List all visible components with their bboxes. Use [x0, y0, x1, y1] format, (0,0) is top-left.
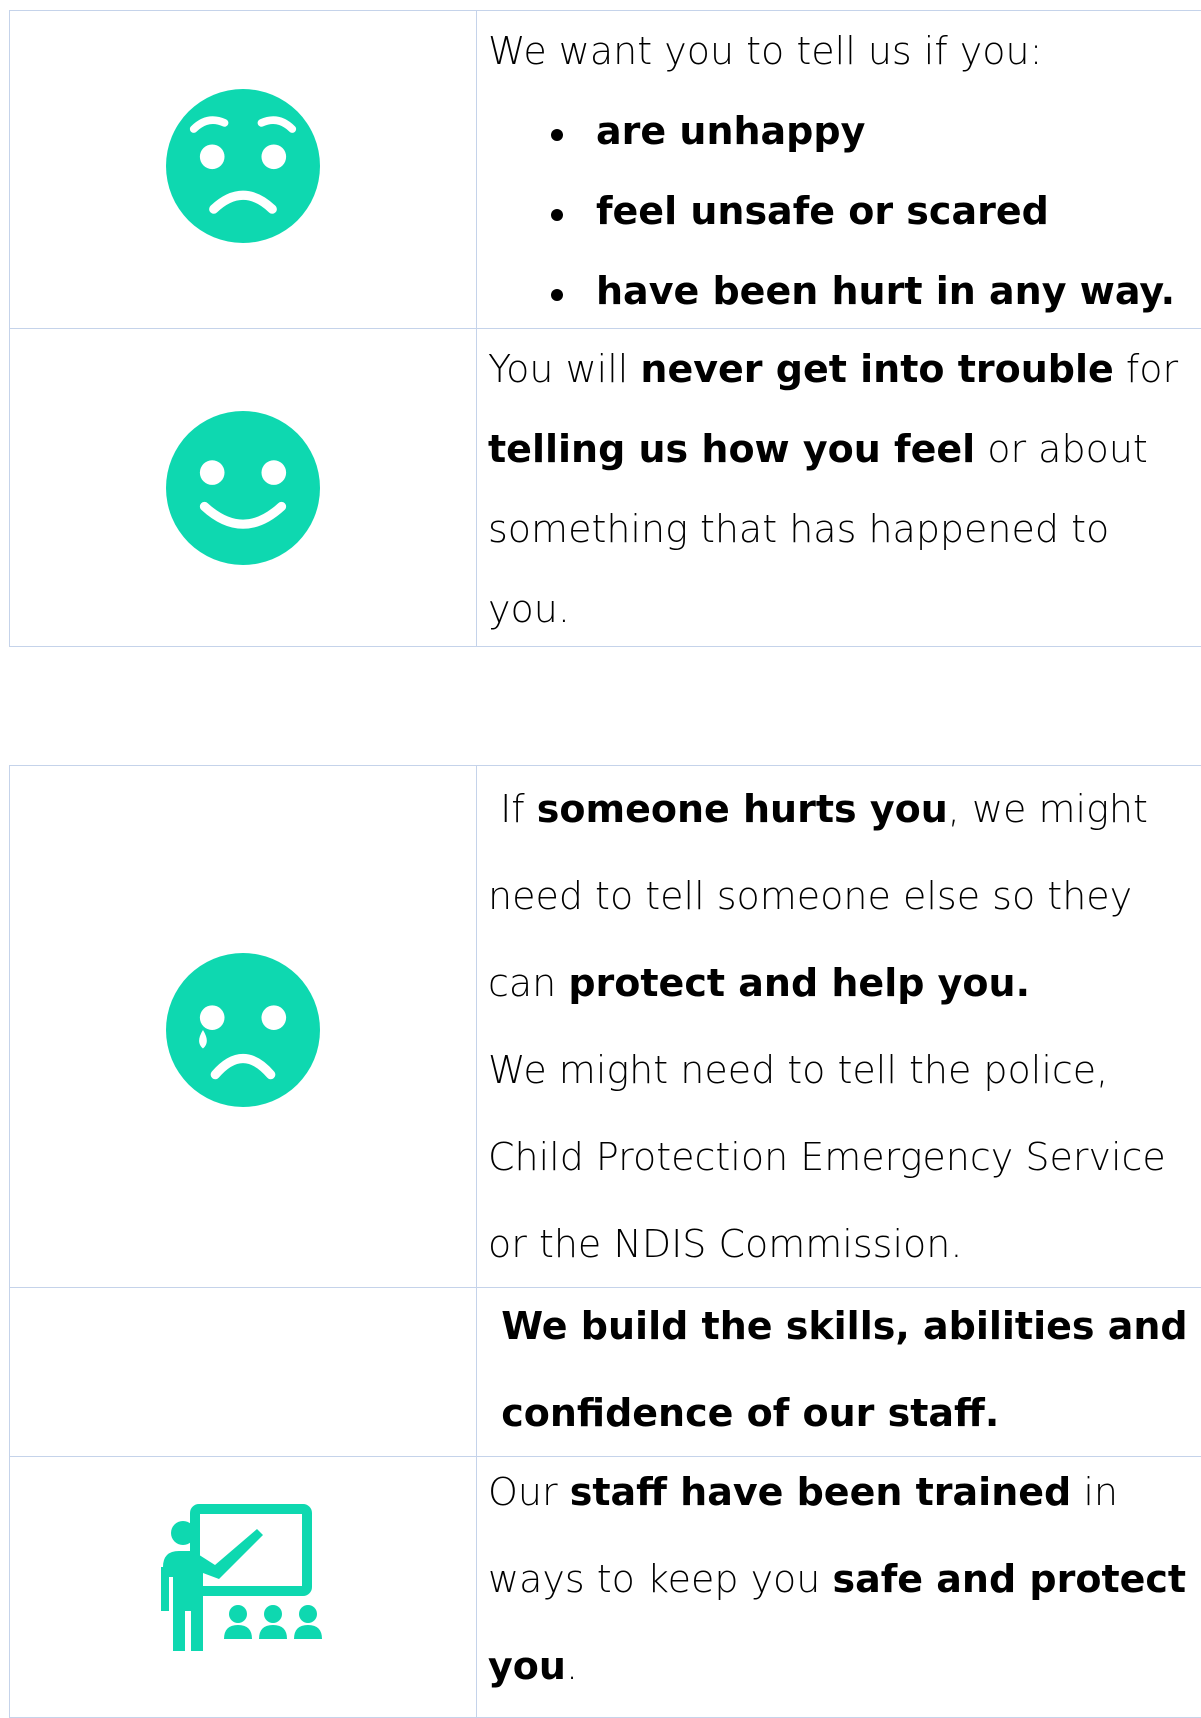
table-bottom: If someone hurts you, we might need to t…	[9, 765, 1201, 1718]
bold-text: protect and help you.	[568, 961, 1031, 1005]
text-line: can protect and help you.	[488, 940, 1201, 1027]
smiling-face-icon	[166, 410, 320, 565]
text-line: you.	[488, 587, 570, 631]
list-item: feel unsafe or scared	[488, 171, 1201, 251]
list-item: have been hurt in any way.	[488, 251, 1201, 331]
table-row: We want you to tell us if you: are unhap…	[10, 11, 1201, 329]
table-top: We want you to tell us if you: are unhap…	[9, 10, 1201, 647]
text-span: If	[488, 787, 537, 831]
text-line: or the NDIS Commission.	[488, 1222, 963, 1266]
text-span: can	[488, 961, 569, 1005]
table-row: If someone hurts you, we might need to t…	[10, 766, 1201, 1288]
bold-text: safe and protect	[832, 1557, 1187, 1601]
bold-text: staff have been trained	[569, 1470, 1072, 1514]
text-span: for	[1113, 347, 1179, 391]
text-line: you.	[488, 1623, 1201, 1710]
intro-text: We want you to tell us if you:	[488, 29, 1043, 73]
icon-cell-empty	[10, 1288, 477, 1456]
text-span: in	[1071, 1470, 1118, 1514]
text-span: , we might	[947, 787, 1148, 831]
text-line: need to tell someone else so they	[488, 874, 1133, 918]
text-line: We might need to tell the police,	[488, 1048, 1109, 1092]
table-row: You will never get into trouble for tell…	[10, 329, 1201, 647]
text-line: telling us how you feel or about	[488, 409, 1201, 489]
text-span: ways to keep you	[488, 1557, 833, 1601]
text-cell: If someone hurts you, we might need to t…	[477, 766, 1201, 1287]
text-line: ways to keep you safe and protect	[488, 1536, 1201, 1623]
text-span: You will	[488, 347, 641, 391]
text-line: Our staff have been trained in	[488, 1449, 1201, 1536]
bullet-list: are unhappy feel unsafe or scared have b…	[488, 91, 1201, 331]
table-row: Our staff have been trained in ways to k…	[10, 1457, 1201, 1718]
text-span: or about	[975, 427, 1148, 471]
icon-cell	[10, 329, 477, 646]
list-item: are unhappy	[488, 91, 1201, 171]
bold-text: never get into trouble	[640, 347, 1114, 391]
text-cell: We want you to tell us if you: are unhap…	[477, 11, 1201, 328]
teacher-training-icon	[161, 1504, 322, 1651]
text-line: If someone hurts you, we might	[488, 766, 1201, 853]
text-line: You will never get into trouble for	[488, 329, 1201, 409]
bold-text: someone hurts you	[536, 787, 948, 831]
icon-cell	[10, 11, 477, 328]
text-span: .	[565, 1644, 579, 1688]
table-row: We build the skills, abilities and confi…	[10, 1288, 1201, 1457]
text-line: Child Protection Emergency Service	[488, 1135, 1166, 1179]
text-cell: Our staff have been trained in ways to k…	[477, 1449, 1201, 1717]
text-span: Our	[488, 1470, 570, 1514]
text-cell: We build the skills, abilities and confi…	[477, 1283, 1201, 1456]
worried-face-icon	[166, 88, 320, 243]
icon-cell	[10, 766, 477, 1287]
crying-face-icon	[166, 952, 320, 1107]
text-line: confidence of our staff.	[488, 1391, 1000, 1435]
icon-cell	[10, 1457, 477, 1717]
text-line: We build the skills, abilities and	[488, 1304, 1188, 1348]
bold-text: telling us how you feel	[488, 427, 976, 471]
text-cell: You will never get into trouble for tell…	[477, 329, 1201, 646]
text-line: something that has happened to	[488, 507, 1110, 551]
bold-text: you	[488, 1644, 566, 1688]
